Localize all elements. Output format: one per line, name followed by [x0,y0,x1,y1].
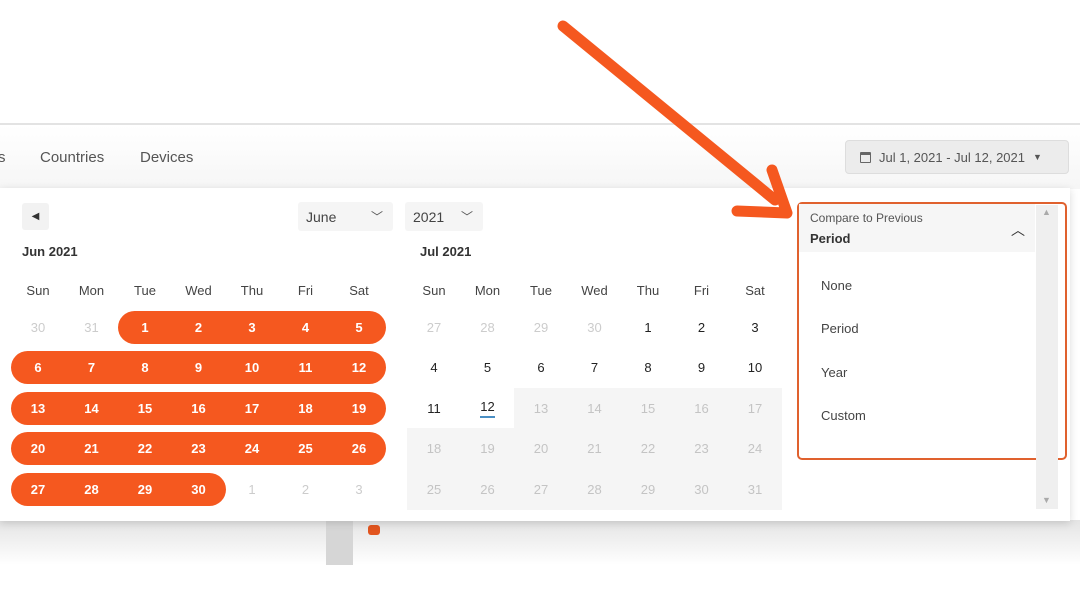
arrow-shaft [557,20,781,206]
annotation-arrow [557,20,793,219]
